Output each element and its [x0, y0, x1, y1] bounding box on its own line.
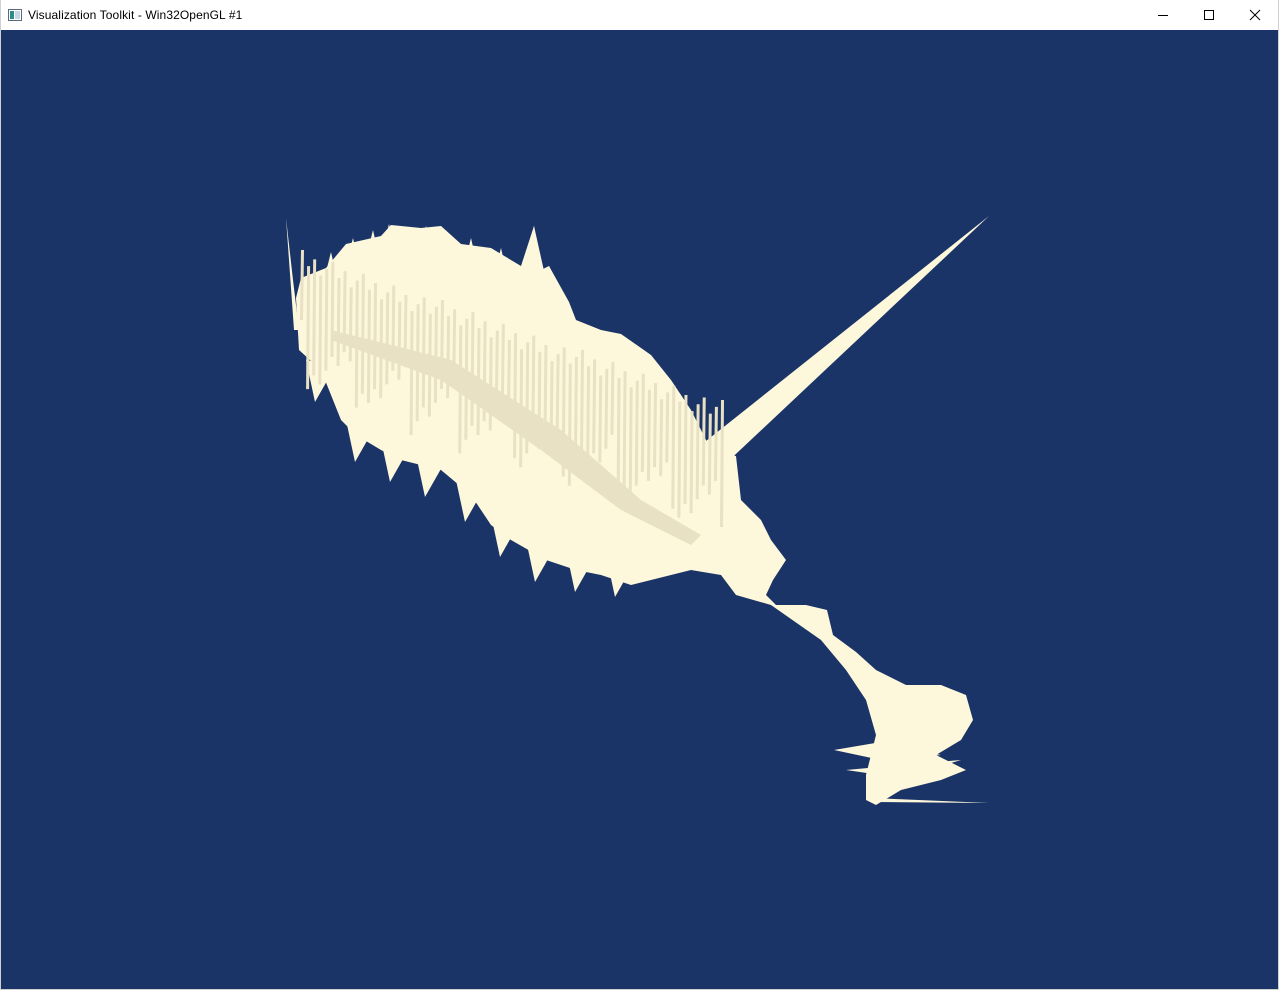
surface-facet: [701, 216, 989, 468]
maximize-button[interactable]: [1186, 0, 1232, 30]
minimize-icon: [1158, 15, 1168, 16]
surface-facet: [416, 455, 446, 497]
maximize-icon: [1204, 10, 1214, 20]
close-button[interactable]: [1232, 0, 1278, 30]
surface-mesh: [286, 216, 989, 805]
render-viewport[interactable]: [1, 30, 1278, 989]
close-icon: [1249, 9, 1261, 21]
vtk-render-window: Visualization Toolkit - Win32OpenGL #1: [0, 0, 1279, 990]
window-controls: [1140, 0, 1278, 30]
vtk-window-icon: [8, 8, 22, 22]
title-bar[interactable]: Visualization Toolkit - Win32OpenGL #1: [1, 0, 1278, 30]
surface-facet: [871, 798, 989, 803]
minimize-button[interactable]: [1140, 0, 1186, 30]
window-title: Visualization Toolkit - Win32OpenGL #1: [28, 8, 243, 22]
rendered-3d-surface: [286, 216, 989, 805]
